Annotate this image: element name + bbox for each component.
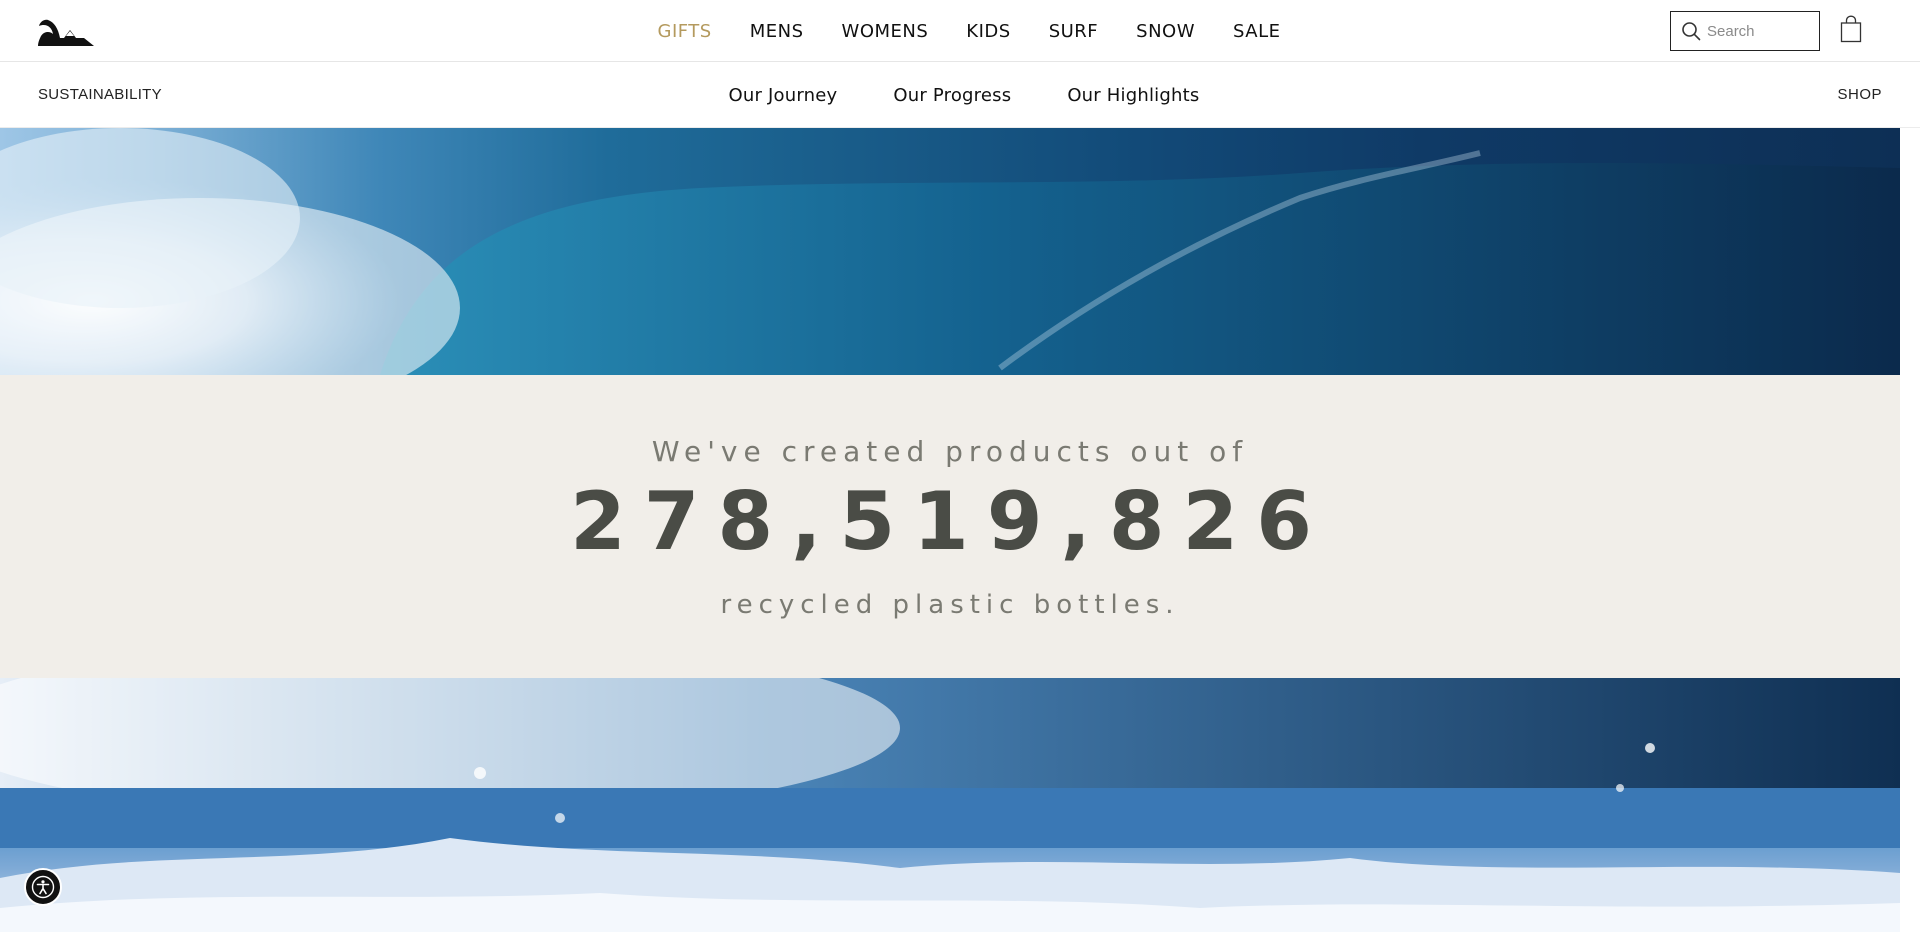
nav-gifts[interactable]: GIFTS (658, 21, 712, 42)
stat-number: 278,519,826 (570, 475, 1330, 568)
subnav-our-highlights[interactable]: Our Highlights (1067, 85, 1199, 106)
top-header: GIFTS MENS WOMENS KIDS SURF SNOW SALE (0, 0, 1920, 62)
main-nav: GIFTS MENS WOMENS KIDS SURF SNOW SALE (0, 0, 1920, 62)
wave-splash-illustration (0, 678, 1900, 932)
nav-snow[interactable]: SNOW (1136, 21, 1195, 42)
stat-outro-text: recycled plastic bottles. (720, 590, 1180, 620)
shopping-bag-icon[interactable] (1840, 15, 1862, 43)
nav-womens[interactable]: WOMENS (842, 21, 929, 42)
sustainability-nav: Our Journey Our Progress Our Highlights (0, 62, 1920, 128)
sub-header: SUSTAINABILITY Our Journey Our Progress … (0, 62, 1920, 128)
hero-wave-image-bottom (0, 678, 1900, 932)
brand-logo[interactable] (36, 14, 96, 48)
nav-mens[interactable]: MENS (750, 21, 804, 42)
search-box[interactable] (1670, 11, 1820, 51)
search-input[interactable] (1707, 22, 1807, 40)
subnav-our-journey[interactable]: Our Journey (729, 85, 838, 106)
nav-surf[interactable]: SURF (1049, 21, 1098, 42)
page-gutter (1900, 128, 1920, 932)
stat-band: We've created products out of 278,519,82… (0, 375, 1900, 678)
search-icon (1682, 22, 1701, 41)
shop-link[interactable]: SHOP (1837, 86, 1882, 103)
subnav-our-progress[interactable]: Our Progress (893, 85, 1011, 106)
section-title: SUSTAINABILITY (38, 86, 162, 103)
quiksilver-logo-icon (38, 19, 94, 46)
nav-sale[interactable]: SALE (1233, 21, 1280, 42)
stat-intro-text: We've created products out of (651, 435, 1249, 468)
hero-wave-image-top (0, 128, 1900, 375)
nav-kids[interactable]: KIDS (966, 21, 1010, 42)
wave-illustration (0, 128, 1900, 375)
accessibility-icon (31, 875, 55, 899)
accessibility-button[interactable] (24, 868, 62, 906)
